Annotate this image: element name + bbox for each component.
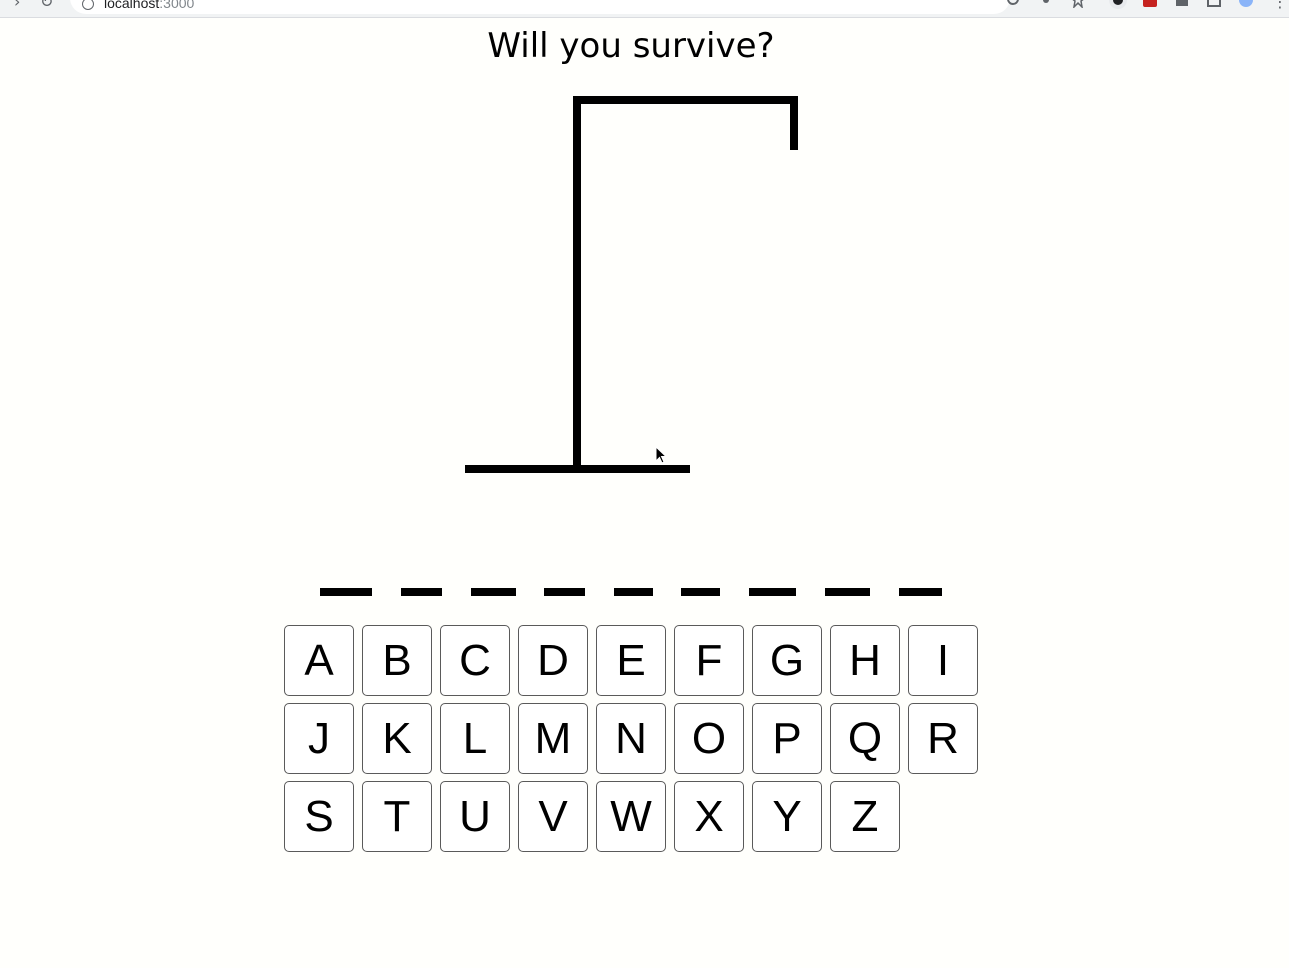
letter-key-j[interactable]: J — [284, 703, 354, 774]
letter-key-w[interactable]: W — [596, 781, 666, 852]
letter-blank — [401, 588, 442, 596]
letter-key-f[interactable]: F — [674, 625, 744, 696]
letter-blank — [614, 588, 653, 596]
letter-blank — [825, 588, 870, 596]
letter-key-q[interactable]: Q — [830, 703, 900, 774]
letter-key-o[interactable]: O — [674, 703, 744, 774]
letter-key-m[interactable]: M — [518, 703, 588, 774]
letter-key-i[interactable]: I — [908, 625, 978, 696]
letter-key-r[interactable]: R — [908, 703, 978, 774]
letter-key-n[interactable]: N — [596, 703, 666, 774]
letter-key-e[interactable]: E — [596, 625, 666, 696]
letter-key-v[interactable]: V — [518, 781, 588, 852]
letter-key-y[interactable]: Y — [752, 781, 822, 852]
letter-key-x[interactable]: X — [674, 781, 744, 852]
letter-key-h[interactable]: H — [830, 625, 900, 696]
letter-blank — [681, 588, 720, 596]
letter-key-g[interactable]: G — [752, 625, 822, 696]
letter-key-c[interactable]: C — [440, 625, 510, 696]
letter-key-p[interactable]: P — [752, 703, 822, 774]
letter-blank — [471, 588, 516, 596]
letter-key-t[interactable]: T — [362, 781, 432, 852]
mouse-cursor-icon — [655, 446, 668, 464]
letter-key-a[interactable]: A — [284, 625, 354, 696]
letter-key-l[interactable]: L — [440, 703, 510, 774]
letter-key-b[interactable]: B — [362, 625, 432, 696]
letter-blank — [749, 588, 796, 596]
letter-blank — [320, 588, 372, 596]
letter-key-s[interactable]: S — [284, 781, 354, 852]
letter-key-z[interactable]: Z — [830, 781, 900, 852]
letter-key-u[interactable]: U — [440, 781, 510, 852]
letter-key-k[interactable]: K — [362, 703, 432, 774]
letter-key-d[interactable]: D — [518, 625, 588, 696]
letter-blank — [544, 588, 585, 596]
letter-blank — [899, 588, 942, 596]
